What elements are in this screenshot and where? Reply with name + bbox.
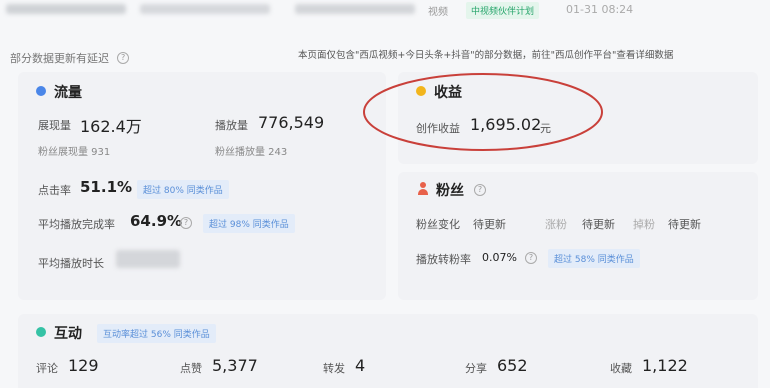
shares-value: 4 [355, 356, 366, 375]
publish-time: 01-31 08:24 [566, 3, 634, 16]
plays-label: 播放量 [215, 119, 248, 132]
share-label: 分享 [465, 362, 487, 375]
ctr-label: 点击率 [38, 184, 71, 197]
interaction-icon [36, 327, 46, 337]
conversion-help-icon[interactable]: ? [525, 252, 537, 264]
delay-notice-text: 部分数据更新有延迟 [10, 52, 109, 65]
conversion-label: 播放转粉率 [416, 253, 471, 266]
gain-label: 涨粉 [545, 218, 567, 231]
traffic-title: 流量 [54, 85, 82, 101]
data-scope-notice[interactable]: 本页面仅包含"西瓜视频+今日头条+抖音"的部分数据，前往"西瓜创作平台"查看详细… [298, 47, 673, 61]
interaction-rank-badge: 互动率超过 56% 同类作品 [97, 324, 216, 343]
shares-label: 转发 [323, 362, 345, 375]
share-value: 652 [497, 356, 528, 375]
annotation-circle [363, 73, 603, 151]
completion-help-icon[interactable]: ? [180, 217, 192, 229]
delay-notice: 部分数据更新有延迟 ? [10, 47, 130, 66]
favorites-value: 1,122 [642, 356, 688, 375]
comments-label: 评论 [36, 362, 58, 375]
completion-rank-badge: 超过 98% 同类作品 [203, 214, 295, 233]
fan-impressions: 粉丝展现量 931 [38, 147, 111, 158]
help-icon[interactable]: ? [117, 51, 130, 64]
fans-title: 粉丝 [436, 183, 464, 199]
plays-value: 776,549 [258, 113, 325, 132]
comments-value: 129 [68, 356, 99, 375]
fans-icon [418, 182, 428, 196]
loss-pending: 待更新 [668, 218, 701, 231]
fan-change-pending: 待更新 [473, 218, 506, 231]
ctr-rank-badge: 超过 80% 同类作品 [137, 180, 229, 199]
video-label: 视频 [428, 7, 448, 18]
likes-value: 5,377 [212, 356, 258, 375]
impressions-label: 展现量 [38, 119, 71, 132]
favorites-label: 收藏 [610, 362, 632, 375]
avg-duration-label: 平均播放时长 [38, 257, 104, 270]
completion-value: 64.9% [130, 212, 183, 230]
completion-label: 平均播放完成率 [38, 218, 115, 231]
ctr-value: 51.1% [80, 178, 133, 196]
conversion-value: 0.07% [482, 251, 517, 264]
fan-plays: 粉丝播放量 243 [215, 147, 288, 158]
gain-pending: 待更新 [582, 218, 615, 231]
loss-label: 掉粉 [633, 218, 655, 231]
likes-label: 点赞 [180, 362, 202, 375]
conversion-rank-badge: 超过 58% 同类作品 [548, 249, 640, 268]
interaction-title: 互动 [54, 326, 82, 342]
traffic-icon [36, 86, 46, 96]
fan-change-label: 粉丝变化 [416, 218, 460, 231]
avg-duration-blurred [116, 250, 180, 268]
impressions-value: 162.4万 [80, 117, 142, 136]
fans-help-icon[interactable]: ? [474, 184, 486, 196]
partner-plan-tag: 中视频伙伴计划 [466, 2, 540, 19]
